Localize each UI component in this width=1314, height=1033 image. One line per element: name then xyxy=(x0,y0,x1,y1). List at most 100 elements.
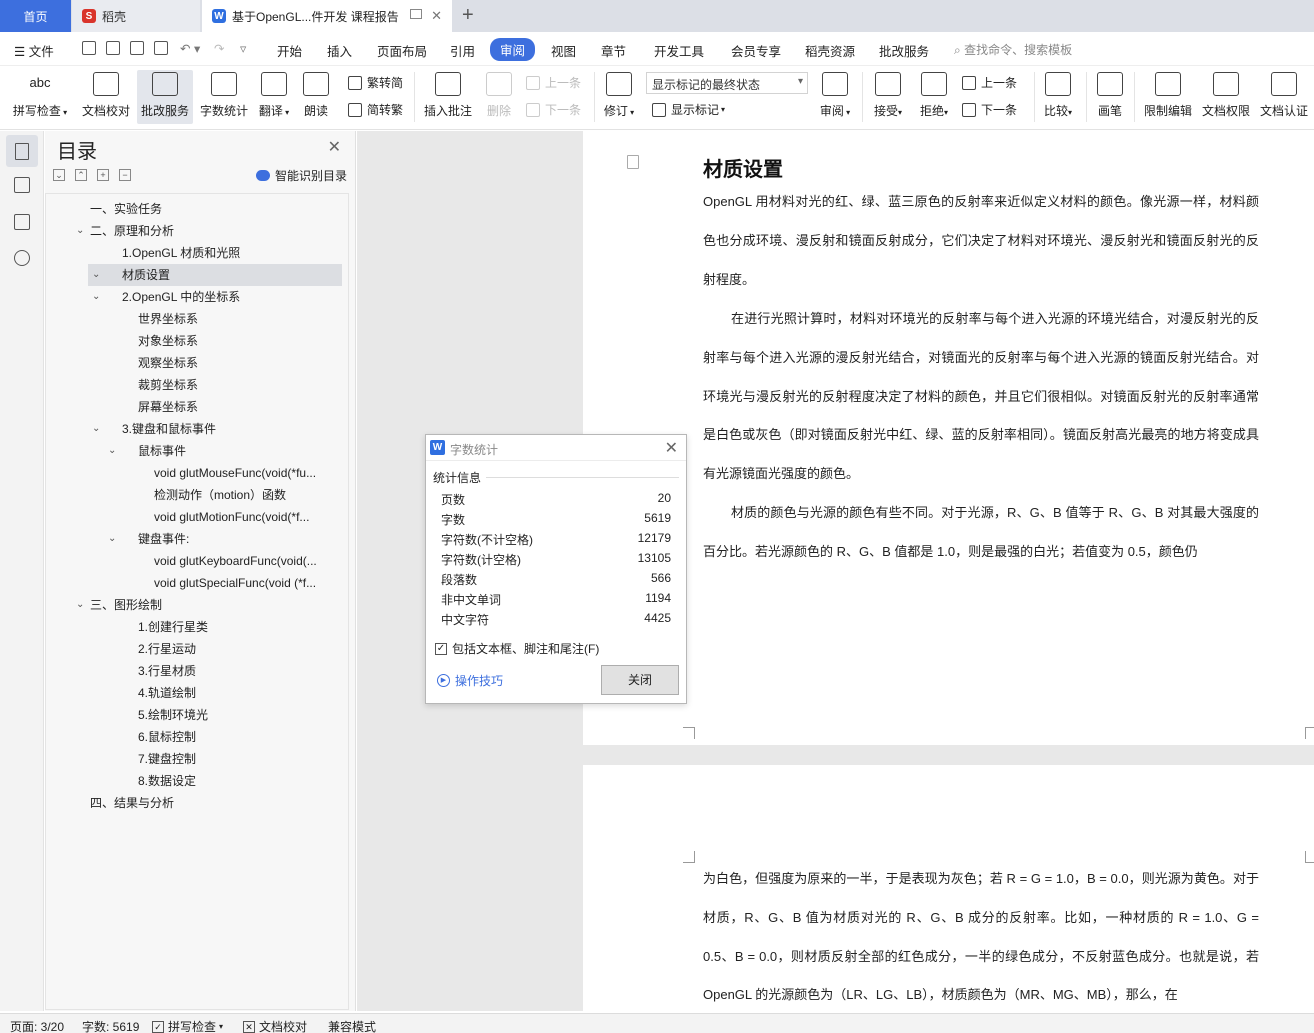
menu-tab[interactable]: 章节 xyxy=(601,41,626,60)
search-icon[interactable] xyxy=(14,250,30,266)
word-count-button[interactable]: 字数统计 xyxy=(196,70,252,124)
expand-all-icon[interactable]: ⌄ xyxy=(53,169,65,181)
menu-tab[interactable]: 开始 xyxy=(277,41,302,60)
doc-rights-button[interactable]: 文档权限 xyxy=(1198,70,1254,124)
menu-tab[interactable]: 会员专享 xyxy=(731,41,781,60)
proof-status[interactable]: ✕ 文档校对 xyxy=(243,1018,307,1033)
navigation-pane-icon[interactable] xyxy=(14,177,30,193)
toc-item[interactable]: 屏幕坐标系 xyxy=(138,396,342,418)
accept-button[interactable]: 接受▾ xyxy=(868,70,908,124)
chevron-down-icon[interactable]: ⌄ xyxy=(108,440,116,462)
show-markup-button[interactable]: 显示标记 ▾ xyxy=(652,101,725,118)
pen-button[interactable]: 画笔 xyxy=(1092,70,1128,124)
command-search[interactable]: ⌕ 查找命令、搜索模板 xyxy=(954,41,1072,58)
spellcheck-status[interactable]: ✓ 拼写检查 ▾ xyxy=(152,1018,223,1033)
tips-link[interactable]: ▶ 操作技巧 xyxy=(437,672,503,689)
menu-tab[interactable]: 引用 xyxy=(450,41,475,60)
menu-tab[interactable]: 插入 xyxy=(327,41,352,60)
menu-tab[interactable]: 稻壳资源 xyxy=(805,41,855,60)
print-icon[interactable] xyxy=(130,41,144,55)
prev-comment-button[interactable]: 上一条 xyxy=(526,74,581,91)
compare-button[interactable]: 比较▾ xyxy=(1038,70,1078,124)
toc-item[interactable]: 材质设置 xyxy=(88,264,342,286)
toc-item[interactable]: 裁剪坐标系 xyxy=(138,374,342,396)
smart-toc-button[interactable]: 智能识别目录 xyxy=(255,167,347,184)
close-button[interactable]: 关闭 xyxy=(601,665,679,695)
toc-item[interactable]: 观察坐标系 xyxy=(138,352,342,374)
add-level-icon[interactable]: + xyxy=(97,169,109,181)
restrict-edit-button[interactable]: 限制编辑 xyxy=(1140,70,1196,124)
word-count-indicator[interactable]: 字数: 5619 xyxy=(82,1018,139,1033)
toc-item[interactable]: 键盘事件: xyxy=(138,528,342,550)
spellcheck-button[interactable]: abc 拼写检查 ▾ xyxy=(8,70,72,124)
toc-item[interactable]: 8.数据设定 xyxy=(138,770,342,792)
toc-item[interactable]: 检测动作（motion）函数 xyxy=(154,484,342,506)
translate-button[interactable]: 翻译 ▾ xyxy=(249,70,299,124)
doc-outline-icon[interactable] xyxy=(627,155,639,169)
menu-tab[interactable]: 页面布局 xyxy=(377,41,427,60)
doc-cert-button[interactable]: 文档认证 xyxy=(1256,70,1312,124)
simp-to-trad-button[interactable]: 简转繁 xyxy=(348,101,403,118)
next-change-button[interactable]: 下一条 xyxy=(962,101,1017,118)
toc-item[interactable]: 四、结果与分析 xyxy=(90,792,342,814)
toc-item[interactable]: 2.行星运动 xyxy=(138,638,342,660)
menu-tab[interactable]: 审阅 xyxy=(490,38,536,61)
toc-item[interactable]: 世界坐标系 xyxy=(138,308,342,330)
chevron-down-icon[interactable]: ⌄ xyxy=(92,418,100,440)
bookmark-icon[interactable] xyxy=(14,214,30,230)
toc-item[interactable]: 3.行星材质 xyxy=(138,660,342,682)
tab-daoke[interactable]: S 稻壳 xyxy=(72,0,200,32)
toc-item[interactable]: 7.键盘控制 xyxy=(138,748,342,770)
file-menu[interactable]: ☰ 文件 xyxy=(14,41,54,60)
toc-item[interactable]: void glutKeyboardFunc(void(... xyxy=(154,550,342,572)
chevron-down-icon[interactable]: ⌄ xyxy=(108,528,116,550)
redo-icon[interactable]: ↷ xyxy=(214,41,224,56)
toc-item[interactable]: 一、实验任务 xyxy=(90,198,342,220)
chevron-down-icon[interactable]: ⌄ xyxy=(92,286,100,308)
delete-comment-button[interactable]: 删除 xyxy=(478,70,520,124)
chevron-down-icon[interactable]: ⌄ xyxy=(76,594,84,616)
toc-item[interactable]: void glutMouseFunc(void(*fu... xyxy=(154,462,342,484)
insert-comment-button[interactable]: 插入批注 xyxy=(420,70,476,124)
reject-button[interactable]: 拒绝▾ xyxy=(914,70,954,124)
dialog-title-bar[interactable]: W 字数统计 ✕ xyxy=(426,435,686,461)
collapse-all-icon[interactable]: ⌃ xyxy=(75,169,87,181)
read-aloud-button[interactable]: 朗读 xyxy=(296,70,336,124)
next-comment-button[interactable]: 下一条 xyxy=(526,101,581,118)
toc-item[interactable]: 1.创建行星类 xyxy=(138,616,342,638)
tab-document[interactable]: W 基于OpenGL...件开发 课程报告 ✕ xyxy=(202,0,452,32)
close-icon[interactable]: ✕ xyxy=(328,137,341,157)
trad-to-simp-button[interactable]: 繁转简 xyxy=(348,74,403,91)
toc-item[interactable]: 5.绘制环境光 xyxy=(138,704,342,726)
toc-item[interactable]: void glutSpecialFunc(void (*f... xyxy=(154,572,342,594)
monitor-icon[interactable] xyxy=(410,9,422,19)
export-icon[interactable] xyxy=(106,41,120,55)
toc-item[interactable]: 4.轨道绘制 xyxy=(138,682,342,704)
menu-tab[interactable]: 视图 xyxy=(551,41,576,60)
toc-item[interactable]: 2.OpenGL 中的坐标系 xyxy=(122,286,342,308)
chevron-down-icon[interactable]: ⌄ xyxy=(76,220,84,242)
toc-panel-icon[interactable] xyxy=(6,135,38,167)
prev-change-button[interactable]: 上一条 xyxy=(962,74,1017,91)
review-pane-button[interactable]: 审阅 ▾ xyxy=(814,70,856,124)
save-icon[interactable] xyxy=(82,41,96,55)
toc-item[interactable]: 二、原理和分析 xyxy=(90,220,342,242)
toc-item[interactable]: 1.OpenGL 材质和光照 xyxy=(122,242,342,264)
menu-tab[interactable]: 开发工具 xyxy=(654,41,704,60)
toc-item[interactable]: 三、图形绘制 xyxy=(90,594,342,616)
toc-item[interactable]: 对象坐标系 xyxy=(138,330,342,352)
track-changes-button[interactable]: 修订 ▾ xyxy=(598,70,640,124)
close-icon[interactable]: ✕ xyxy=(431,8,442,24)
new-tab-plus-icon[interactable]: + xyxy=(462,4,474,27)
chevron-down-icon[interactable]: ⌄ xyxy=(92,264,100,286)
print-preview-icon[interactable] xyxy=(154,41,168,55)
customize-quick-access-icon[interactable]: ▿ xyxy=(240,41,246,56)
doc-proof-button[interactable]: 文档校对 xyxy=(78,70,134,124)
page-indicator[interactable]: 页面: 3/20 xyxy=(10,1018,64,1033)
toc-item[interactable]: 6.鼠标控制 xyxy=(138,726,342,748)
close-icon[interactable]: ✕ xyxy=(665,438,678,458)
menu-tab[interactable]: 批改服务 xyxy=(879,41,929,60)
toc-item[interactable]: void glutMotionFunc(void(*f... xyxy=(154,506,342,528)
undo-icon[interactable]: ↶ ▾ xyxy=(180,41,200,56)
remove-level-icon[interactable]: − xyxy=(119,169,131,181)
